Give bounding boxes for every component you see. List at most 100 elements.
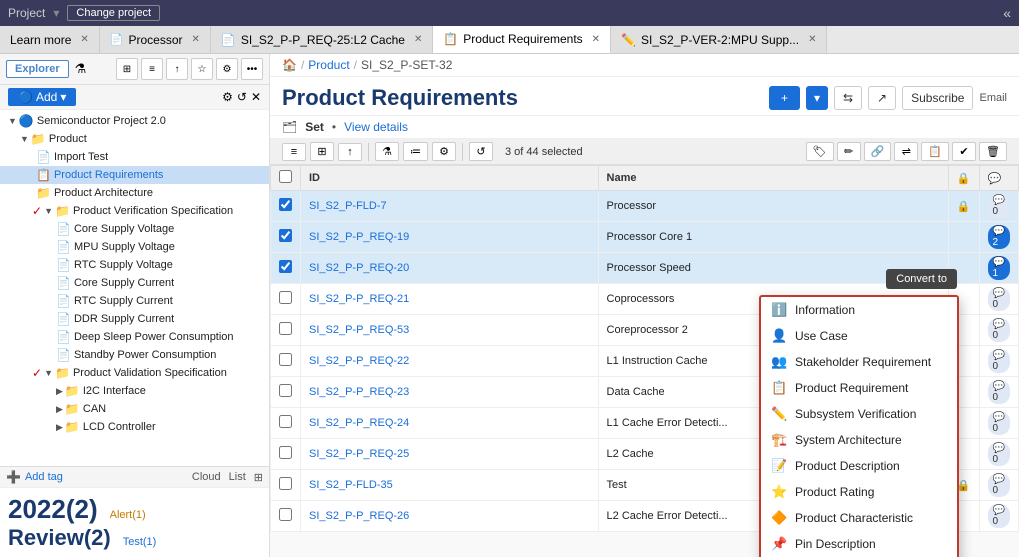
add-tag-button[interactable]: Add tag [25,471,63,483]
tree-item-product-validation[interactable]: ✓ ▼ 📁 Product Validation Specification [0,364,269,382]
add-button[interactable]: 🔵 Add ▾ [8,88,76,106]
td-comments[interactable]: 💬 0 [979,191,1018,222]
toolbar-convert-icon[interactable]: ⇌ [894,142,918,161]
sidebar-gear-icon[interactable]: ⚙ [222,90,233,104]
row-checkbox[interactable] [279,508,292,521]
dropdown-item-product-rating[interactable]: ⭐Product Rating [761,479,957,505]
td-id[interactable]: SI_S2_P-FLD-35 [301,470,599,501]
row-checkbox[interactable] [279,353,292,366]
sync-button[interactable]: ⇆ [834,86,862,110]
sidebar-icon-more[interactable]: ••• [241,58,263,80]
add-item-button[interactable]: + [769,86,800,110]
filter-icon[interactable]: ⚗ [75,61,87,77]
tree-item-i2c[interactable]: ▶ 📁 I2C Interface [0,382,269,400]
tab-mpu-close[interactable]: ✕ [808,34,816,45]
tab-processor[interactable]: 📄 Processor ✕ [100,26,211,53]
tab-product-requirements[interactable]: 📋 Product Requirements ✕ [433,26,611,53]
td-id[interactable]: SI_S2_P-P_REQ-26 [301,501,599,532]
tab-learn-more[interactable]: Learn more ✕ [0,26,100,53]
email-link[interactable]: Email [979,92,1007,104]
td-id[interactable]: SI_S2_P-FLD-7 [301,191,599,222]
tab-learn-more-close[interactable]: ✕ [80,34,88,45]
toolbar-filter-icon[interactable]: ⚗ [375,142,399,161]
th-name[interactable]: Name [598,166,948,191]
tab-processor-close[interactable]: ✕ [192,34,200,45]
tree-item-deep-sleep[interactable]: 📄 Deep Sleep Power Consumption [0,328,269,346]
tree-item-product-architecture[interactable]: 📁 Product Architecture [0,184,269,202]
tab-l2cache[interactable]: 📄 SI_S2_P-P_REQ-25:L2 Cache ✕ [211,26,433,53]
toolbar-edit-icon[interactable]: ✏ [837,142,861,161]
td-comments[interactable]: 💬 0 [979,377,1018,408]
tab-prod-req-close[interactable]: ✕ [592,34,600,45]
toolbar-link-icon[interactable]: 🔗 [864,142,892,161]
row-checkbox[interactable] [279,384,292,397]
sidebar-close-icon[interactable]: ✕ [251,90,261,104]
td-checkbox[interactable] [271,408,301,439]
td-checkbox[interactable] [271,470,301,501]
export-button[interactable]: ↗ [868,86,896,110]
toolbar-delete-icon[interactable]: 🗑 [979,142,1007,161]
view-details-link[interactable]: View details [344,120,408,134]
row-checkbox[interactable] [279,322,292,335]
tree-item-standby-power[interactable]: 📄 Standby Power Consumption [0,346,269,364]
td-id[interactable]: SI_S2_P-P_REQ-24 [301,408,599,439]
toolbar-view-card-icon[interactable]: ⊞ [310,142,334,161]
row-checkbox[interactable] [279,446,292,459]
toolbar-refresh-icon[interactable]: ↺ [469,142,493,161]
dropdown-item-product-description[interactable]: 📝Product Description [761,453,957,479]
subscribe-button[interactable]: Subscribe [902,86,973,110]
dropdown-item-use-case[interactable]: 👤Use Case [761,323,957,349]
toolbar-check-icon[interactable]: ✔ [952,142,976,161]
row-checkbox[interactable] [279,229,292,242]
toolbar-tag-icon[interactable]: 🏷 [806,142,834,161]
sidebar-icon-list[interactable]: ≡ [141,58,163,80]
add-item-dropdown-button[interactable]: ▾ [806,86,828,110]
tree-item-product-verification[interactable]: ✓ ▼ 📁 Product Verification Specification [0,202,269,220]
cloud-button[interactable]: Cloud [192,471,221,483]
sidebar-footer-icon[interactable]: ⊞ [254,471,263,484]
toolbar-upload-icon[interactable]: ↑ [338,143,362,161]
td-id[interactable]: SI_S2_P-P_REQ-25 [301,439,599,470]
tree-item-mpu-supply-voltage[interactable]: 📄 MPU Supply Voltage [0,238,269,256]
sidebar-icon-upload[interactable]: ↑ [166,58,188,80]
sidebar-icon-grid[interactable]: ⊞ [116,58,138,80]
td-comments[interactable]: 💬 0 [979,315,1018,346]
tree-item-core-supply-current[interactable]: 📄 Core Supply Current [0,274,269,292]
dropdown-item-stakeholder-req[interactable]: 👥Stakeholder Requirement [761,349,957,375]
toolbar-copy-icon[interactable]: 📋 [921,142,949,161]
td-comments[interactable]: 💬 1 [979,253,1018,284]
tree-item-product-requirements[interactable]: 📋 Product Requirements [0,166,269,184]
dropdown-item-system-architecture[interactable]: 🏗️System Architecture [761,427,957,453]
tree-item-product[interactable]: ▼ 📁 Product [0,130,269,148]
toolbar-sort-icon[interactable]: ≔ [403,142,428,161]
tab-l2cache-close[interactable]: ✕ [414,34,422,45]
th-id[interactable]: ID [301,166,599,191]
tree-item-core-supply-voltage[interactable]: 📄 Core Supply Voltage [0,220,269,238]
td-checkbox[interactable] [271,501,301,532]
td-checkbox[interactable] [271,284,301,315]
row-checkbox[interactable] [279,198,292,211]
td-comments[interactable]: 💬 0 [979,470,1018,501]
row-checkbox[interactable] [279,415,292,428]
change-project-button[interactable]: Change project [67,5,160,21]
dropdown-item-product-characteristic[interactable]: 🔶Product Characteristic [761,505,957,531]
sidebar-icon-bookmark[interactable]: ☆ [191,58,213,80]
tree-item-rtc-supply-voltage[interactable]: 📄 RTC Supply Voltage [0,256,269,274]
td-comments[interactable]: 💬 0 [979,284,1018,315]
dropdown-item-subsystem-verification[interactable]: ✏️Subsystem Verification [761,401,957,427]
toolbar-view-list-icon[interactable]: ≡ [282,143,306,161]
tree-item-ddr-supply-current[interactable]: 📄 DDR Supply Current [0,310,269,328]
dropdown-item-pin-description[interactable]: 📌Pin Description [761,531,957,557]
td-id[interactable]: SI_S2_P-P_REQ-23 [301,377,599,408]
td-checkbox[interactable] [271,346,301,377]
td-checkbox[interactable] [271,315,301,346]
td-id[interactable]: SI_S2_P-P_REQ-53 [301,315,599,346]
td-comments[interactable]: 💬 0 [979,501,1018,532]
row-checkbox[interactable] [279,260,292,273]
td-checkbox[interactable] [271,439,301,470]
dropdown-item-product-req[interactable]: 📋Product Requirement [761,375,957,401]
tree-item-can[interactable]: ▶ 📁 CAN [0,400,269,418]
td-checkbox[interactable] [271,222,301,253]
explorer-button[interactable]: Explorer [6,60,69,78]
tree-item-semiconductor[interactable]: ▼ 🔵 Semiconductor Project 2.0 [0,112,269,130]
